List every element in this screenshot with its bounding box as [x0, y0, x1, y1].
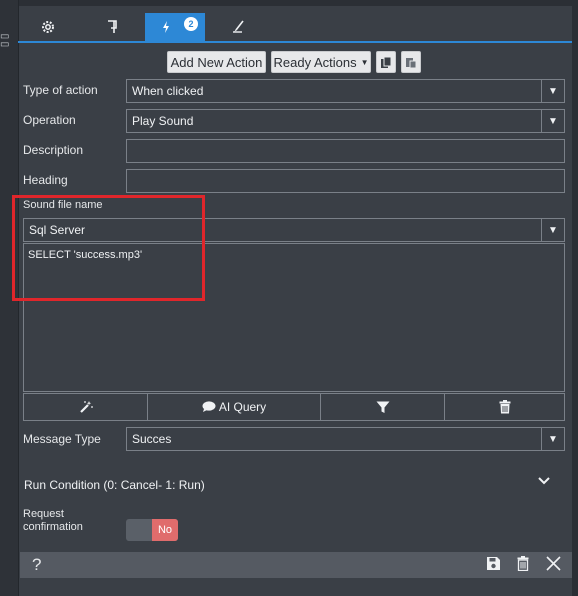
chevron-down-icon: ▼ — [541, 428, 564, 450]
tab-actions[interactable]: 2 — [145, 13, 205, 41]
source-type-select[interactable]: Sql Server ▼ — [23, 218, 565, 242]
clear-query-button[interactable] — [445, 394, 564, 420]
type-of-action-select[interactable]: When clicked ▼ — [126, 79, 565, 103]
delete-icon[interactable] — [517, 556, 529, 571]
sound-file-name-label: Sound file name — [23, 199, 103, 211]
paste-button[interactable] — [401, 51, 421, 73]
speech-bubble-icon — [202, 401, 216, 413]
filter-icon — [376, 401, 390, 414]
chevron-down-icon: ▼ — [360, 57, 369, 67]
run-condition-title[interactable]: Run Condition (0: Cancel- 1: Run) — [24, 478, 205, 492]
source-type-value: Sql Server — [29, 223, 86, 237]
operation-label: Operation — [23, 113, 76, 127]
ai-query-button[interactable]: AI Query — [148, 394, 321, 420]
request-confirmation-label-line1: Request — [23, 508, 64, 520]
copy-icon — [380, 56, 392, 69]
description-label: Description — [23, 143, 84, 157]
message-type-select[interactable]: Succes ▼ — [126, 427, 565, 451]
message-type-value: Succes — [132, 432, 172, 446]
window-right-edge — [572, 0, 578, 596]
ai-query-label: AI Query — [218, 400, 267, 414]
lightning-icon — [161, 20, 171, 34]
chevron-down-icon: ▼ — [541, 219, 564, 241]
request-confirmation-label-line2: confirmation — [23, 521, 83, 533]
heading-label: Heading — [23, 173, 68, 187]
window-top-edge — [0, 0, 578, 6]
message-type-label: Message Type — [23, 432, 101, 446]
heading-input[interactable] — [126, 169, 565, 193]
actions-count-badge: 2 — [184, 17, 198, 31]
operation-value: Play Sound — [132, 114, 194, 128]
brush-icon — [230, 20, 246, 34]
save-icon[interactable] — [486, 556, 501, 571]
chevron-down-icon: ▼ — [541, 110, 564, 132]
description-input[interactable] — [126, 139, 565, 163]
footer-bar: ? — [20, 552, 572, 578]
query-toolbar: AI Query — [23, 393, 565, 421]
tab-style[interactable] — [218, 13, 258, 41]
flag-icon — [105, 19, 119, 35]
paste-icon — [405, 56, 417, 69]
filter-button[interactable] — [321, 394, 445, 420]
dock-grip-icon[interactable]: ▭ ▭ — [0, 32, 9, 53]
tab-flags[interactable] — [92, 13, 132, 41]
request-confirmation-toggle[interactable]: No — [126, 519, 178, 541]
close-icon[interactable] — [546, 556, 561, 571]
gear-icon — [40, 19, 56, 35]
magic-wand-button[interactable] — [24, 394, 148, 420]
toggle-state-label: No — [152, 519, 178, 541]
ready-actions-label: Ready Actions — [273, 54, 357, 70]
operation-select[interactable]: Play Sound ▼ — [126, 109, 565, 133]
trash-icon — [499, 400, 511, 414]
copy-button[interactable] — [376, 51, 396, 73]
left-dock-strip — [0, 0, 19, 596]
sql-query-editor[interactable]: SELECT 'success.mp3' — [23, 243, 565, 392]
ready-actions-dropdown[interactable]: Ready Actions ▼ — [271, 51, 371, 73]
magic-wand-icon — [78, 400, 94, 414]
tab-bar: 2 — [18, 13, 572, 43]
tab-settings[interactable] — [28, 13, 68, 41]
chevron-down-icon: ▼ — [541, 80, 564, 102]
add-new-action-button[interactable]: Add New Action — [167, 51, 266, 73]
type-of-action-value: When clicked — [132, 84, 204, 98]
type-of-action-label: Type of action — [23, 83, 98, 97]
chevron-down-icon[interactable] — [538, 476, 550, 486]
help-button[interactable]: ? — [32, 555, 41, 575]
sql-query-text: SELECT 'success.mp3' — [28, 249, 143, 261]
